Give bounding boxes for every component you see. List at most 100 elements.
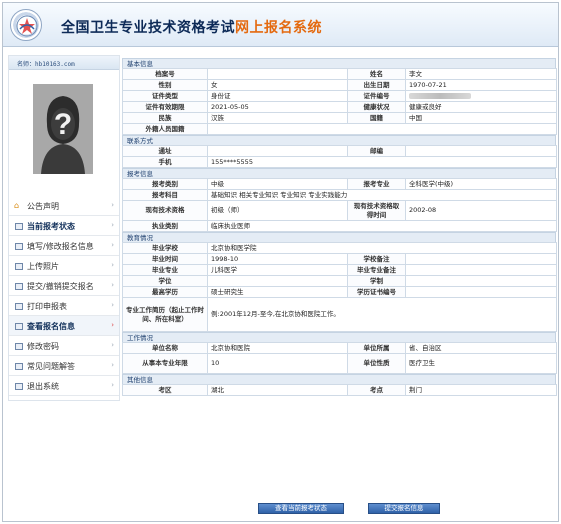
table-row: 最高学历 硕士研究生 学历证书编号 (122, 286, 557, 298)
field-value: 身份证 (207, 90, 348, 102)
field-value: 汉族 (207, 112, 348, 124)
chevron-right-icon: › (111, 201, 114, 209)
field-value: 初级（师） (207, 200, 348, 221)
field-value: 李文 (405, 68, 557, 80)
field-label: 证件有效期限 (122, 101, 208, 113)
table-row: 报考科目 基础知识 相关专业知识 专业知识 专业实践能力 (122, 189, 557, 201)
field-label: 毕业专业 (122, 264, 208, 276)
table-row: 报考类别 中级 报考专业 全科医学(中级) (122, 178, 557, 190)
field-label: 考区 (122, 384, 208, 396)
section-contact-title: 联系方式 (122, 135, 556, 145)
field-value: 2002-08 (405, 200, 557, 221)
doc-icon (15, 323, 23, 330)
section-exam-title: 报考信息 (122, 168, 556, 178)
info-panel: 基本信息 档案号 姓名 李文 性别女 出生日期 1970-07-21 证件类型 身份证… (122, 58, 557, 396)
sidebar-item-label: 当前报考状态 (27, 222, 75, 231)
sidebar-item-print[interactable]: 打印申报表 › (9, 296, 119, 316)
sidebar-menu: ⌂ 公告声明 › 当前报考状态 › 填写/修改报名信息 › 上传照片 › 提交/… (9, 196, 119, 396)
field-value: 北京协和医院 (207, 342, 348, 354)
field-value: 155****5555 (207, 156, 557, 168)
work-table: 单位名称 北京协和医院 单位所属 省、自治区 从事本专业年限 10 单位性质 医疗卫生 (122, 342, 557, 374)
chevron-right-icon: › (111, 341, 114, 349)
sidebar-item-submit[interactable]: 提交/撤销提交报名 › (9, 276, 119, 296)
sidebar-item-label: 上传照片 (27, 262, 59, 271)
field-value: 女 (207, 79, 348, 91)
section-work-title: 工作情况 (122, 332, 556, 342)
field-value: 省、自治区 (405, 342, 557, 354)
chevron-right-icon: › (111, 261, 114, 269)
table-row: 证件有效期限 2021-05-05 健康状况 健康或良好 (122, 101, 557, 113)
table-row: 学位 学制 (122, 275, 557, 287)
table-row: 外籍人员国籍 (122, 123, 557, 135)
section-basic-title: 基本信息 (122, 58, 556, 68)
submit-info-button[interactable]: 提交报名信息 (368, 503, 440, 514)
field-label: 专业工作简历（起止工作时间、所在科室） (122, 297, 208, 332)
sidebar-item-label: 常见问题解答 (27, 362, 75, 371)
sidebar-item-label: 打印申报表 (27, 302, 67, 311)
field-label: 学历证书编号 (347, 286, 406, 298)
field-label: 国籍 (347, 112, 406, 124)
svg-text:?: ? (54, 108, 72, 141)
section-edu-title: 教育情况 (122, 232, 556, 242)
field-label: 报考类别 (122, 178, 208, 190)
field-value (207, 145, 348, 157)
field-label: 民族 (122, 112, 208, 124)
emblem-icon (10, 9, 42, 41)
sidebar-item-faq[interactable]: 常见问题解答 › (9, 356, 119, 376)
basic-info-table: 档案号 姓名 李文 性别女 出生日期 1970-07-21 证件类型 身份证 证件编号… (122, 68, 557, 135)
field-label: 考点 (347, 384, 406, 396)
exam-table: 报考类别 中级 报考专业 全科医学(中级) 报考科目 基础知识 相关专业知识 专业知识… (122, 178, 557, 232)
field-label: 证件类型 (122, 90, 208, 102)
sidebar-item-label: 公告声明 (27, 202, 59, 211)
field-label: 毕业学校 (122, 242, 208, 254)
sidebar-item-status[interactable]: 当前报考状态 › (9, 216, 119, 236)
field-label: 学制 (347, 275, 406, 287)
field-value: 健康或良好 (405, 101, 557, 113)
field-label: 最高学历 (122, 286, 208, 298)
doc-icon (15, 263, 23, 270)
sidebar-item-view-info[interactable]: 查看报名信息 › (9, 316, 119, 336)
contact-table: 通址 邮编 手机 155****5555 (122, 145, 557, 168)
field-value: 北京协和医学院 (207, 242, 557, 254)
table-row: 单位名称 北京协和医院 单位所属 省、自治区 (122, 342, 557, 354)
table-row: 毕业时间 1998-10 学校备注 (122, 253, 557, 265)
field-label: 报考科目 (122, 189, 208, 201)
field-value (405, 264, 557, 276)
field-label: 单位所属 (347, 342, 406, 354)
field-label: 档案号 (122, 68, 208, 80)
field-value (207, 123, 557, 135)
other-table: 考区 湖北 考点 荆门 (122, 384, 557, 396)
table-row: 证件类型 身份证 证件编号 (122, 90, 557, 102)
field-label: 手机 (122, 156, 208, 168)
chevron-right-icon: › (111, 321, 114, 329)
id-number-redacted (405, 90, 557, 102)
field-value: 1998-10 (207, 253, 348, 265)
sidebar-item-logout[interactable]: 退出系统 › (9, 376, 119, 396)
field-label: 姓名 (347, 68, 406, 80)
sidebar-item-edit-info[interactable]: 填写/修改报名信息 › (9, 236, 119, 256)
sidebar-item-label: 填写/修改报名信息 (27, 242, 94, 251)
field-value (405, 275, 557, 287)
field-value: 中级 (207, 178, 348, 190)
field-label: 单位性质 (347, 353, 406, 374)
section-other-title: 其他信息 (122, 374, 556, 384)
field-label: 邮编 (347, 145, 406, 157)
sidebar-item-announcement[interactable]: ⌂ 公告声明 › (9, 196, 119, 216)
table-row: 通址 邮编 (122, 145, 557, 157)
field-value: 基础知识 相关专业知识 专业知识 专业实践能力 (207, 189, 557, 201)
field-value: 湖北 (207, 384, 348, 396)
chevron-right-icon: › (111, 381, 114, 389)
table-row: 现有技术资格 初级（师） 现有技术资格取得时间 2002-08 (122, 200, 557, 221)
sidebar-item-password[interactable]: 修改密码 › (9, 336, 119, 356)
doc-icon (15, 363, 23, 370)
action-bar: 查看当前报考状态 提交报名信息 (258, 503, 558, 515)
field-value: 医疗卫生 (405, 353, 557, 374)
view-status-button[interactable]: 查看当前报考状态 (258, 503, 344, 514)
sidebar: 名师：hb10163.com ? ⌂ 公告声明 › 当前报考状态 › 填写/修改… (8, 55, 120, 401)
field-label: 报考专业 (347, 178, 406, 190)
title-highlight: 网上报名系统 (235, 20, 322, 36)
field-label: 从事本专业年限 (122, 353, 208, 374)
sidebar-item-upload-photo[interactable]: 上传照片 › (9, 256, 119, 276)
table-row: 毕业学校 北京协和医学院 (122, 242, 557, 254)
home-icon: ⌂ (14, 201, 20, 210)
